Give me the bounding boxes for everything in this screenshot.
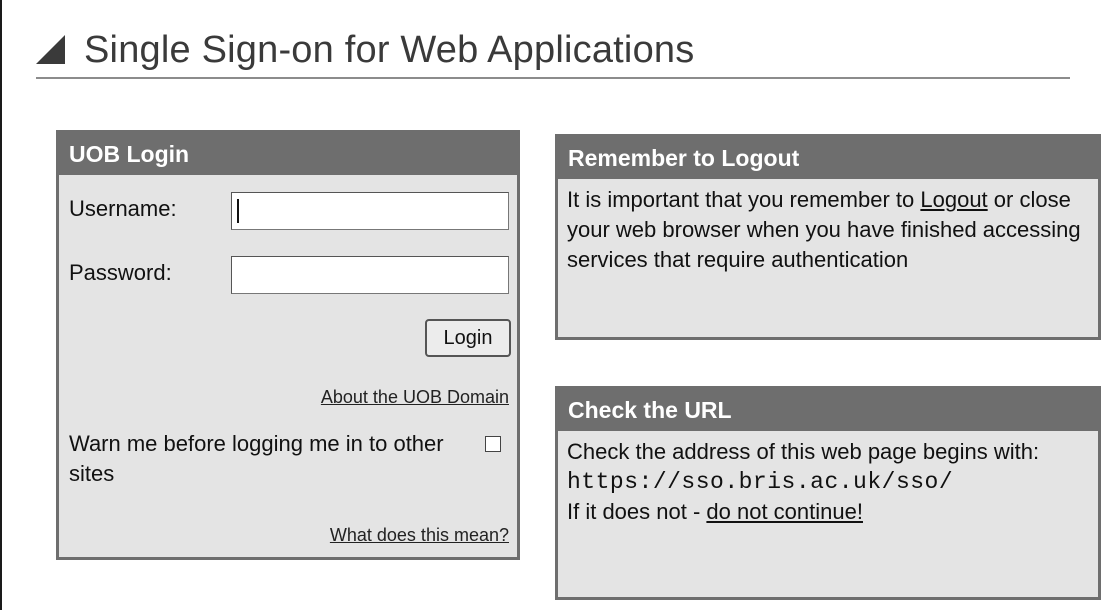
login-panel-title: UOB Login [59, 133, 517, 175]
password-label: Password: [69, 260, 172, 285]
login-button[interactable]: Login [425, 319, 511, 357]
heading-divider [36, 77, 1070, 79]
url-panel-title: Check the URL [558, 389, 1098, 431]
warn-checkbox[interactable] [485, 436, 501, 452]
text-caret [237, 199, 239, 223]
do-not-continue-link[interactable]: do not continue! [706, 499, 863, 524]
warn-label: Warn me before logging me in to other si… [69, 431, 444, 486]
page-title: Single Sign-on for Web Applications [84, 28, 695, 71]
what-does-this-mean-link[interactable]: What does this mean? [330, 525, 509, 546]
page-heading: Single Sign-on for Web Applications [36, 24, 694, 76]
url-instruction: Check the address of this web page begin… [567, 439, 1040, 464]
username-row: Username: [69, 189, 177, 229]
url-panel: Check the URL Check the address of this … [555, 386, 1101, 600]
logout-panel: Remember to Logout It is important that … [555, 134, 1101, 340]
logout-link[interactable]: Logout [920, 187, 987, 212]
expected-url: https://sso.bris.ac.uk/sso/ [567, 469, 954, 495]
username-input[interactable] [231, 192, 509, 230]
url-panel-body: Check the address of this web page begin… [558, 431, 1098, 527]
login-panel: UOB Login Username: Password: Login Abou… [56, 130, 520, 560]
password-row: Password: [69, 253, 172, 293]
url-warning-prefix: If it does not - [567, 499, 707, 524]
username-label: Username: [69, 196, 177, 221]
password-input[interactable] [231, 256, 509, 294]
window-border [0, 0, 2, 610]
logout-panel-body: It is important that you remember to Log… [558, 179, 1098, 275]
logout-panel-title: Remember to Logout [558, 137, 1098, 179]
logout-text-start: It is important that you remember to [567, 187, 921, 212]
about-domain-link[interactable]: About the UOB Domain [321, 387, 509, 408]
triangle-icon [36, 35, 65, 64]
